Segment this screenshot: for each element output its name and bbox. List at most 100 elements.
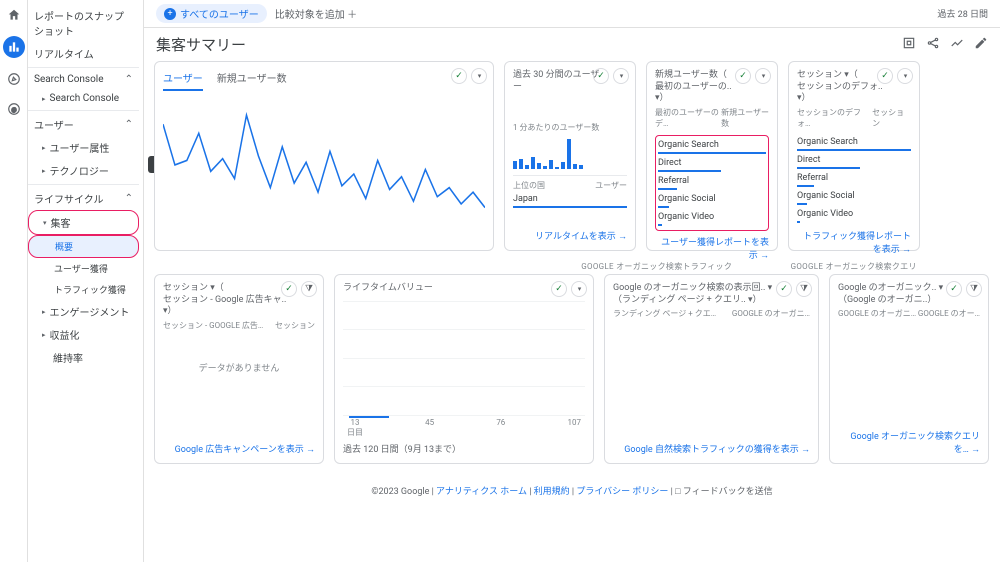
card-ltv: ✓ ライフタイムバリュー 13 日目 45 76 107 過去 120 日間（9…	[334, 274, 594, 464]
check-icon[interactable]: ✓	[877, 68, 893, 84]
source-list: Organic SearchDirectReferralOrganic Soci…	[797, 135, 911, 225]
source-item: Organic Social	[658, 192, 766, 210]
card-title[interactable]: セッション ▾（セッション - Google 広告キャ.. ▾）	[163, 283, 293, 318]
section-label-organic-query: GOOGLE オーガニック検索クエリ	[791, 261, 990, 272]
nav-overview[interactable]: 概要	[28, 235, 139, 258]
filter-icon[interactable]: ⧩	[796, 281, 812, 297]
check-icon[interactable]: ✓	[551, 281, 567, 297]
nav-search-console-group[interactable]: Search Console⌃	[28, 70, 139, 89]
reports-icon[interactable]	[3, 36, 25, 58]
check-icon[interactable]: ✓	[735, 68, 751, 84]
tab-users[interactable]: ユーザー	[163, 70, 203, 91]
nav-realtime[interactable]: リアルタイム	[28, 42, 139, 65]
card-title[interactable]: 新規ユーザー数（最初のユーザーの.. ▾）	[655, 70, 745, 105]
filter-icon[interactable]: ⧩	[301, 281, 317, 297]
segment-chip[interactable]: +すべてのユーザー	[156, 4, 267, 23]
date-range[interactable]: 過去 28 日間	[937, 7, 988, 20]
minute-bars	[513, 139, 627, 169]
chevron-up-icon: ⌃	[125, 119, 133, 130]
country-row: Japan	[513, 194, 627, 204]
no-data: データがありません	[163, 361, 315, 374]
line-chart	[163, 97, 485, 242]
footer-link-terms[interactable]: 利用規約	[534, 487, 570, 497]
nav-tech[interactable]: ▸テクノロジー	[28, 159, 139, 182]
source-list: Organic SearchDirectReferralOrganic Soci…	[655, 135, 769, 231]
nav-snapshot[interactable]: レポートのスナップショット	[28, 4, 139, 42]
source-item: Organic Social	[797, 189, 911, 207]
ltv-axis: 13 日目 45 76 107	[343, 418, 585, 438]
svg-text:@: @	[11, 107, 16, 113]
nav-retention[interactable]: 維持率	[28, 346, 139, 369]
footer-link-privacy[interactable]: プライバシー ポリシー	[576, 487, 668, 497]
main: +すべてのユーザー 比較対象を追加 ＋ 過去 28 日間 集客サマリー ✓ ユー…	[144, 0, 1000, 562]
nav-user-attr[interactable]: ▸ユーザー属性	[28, 136, 139, 159]
card-new-users-source: ✓ 新規ユーザー数（最初のユーザーの.. ▾） 最初のユーザーのデ…新規ユーザー…	[646, 61, 778, 251]
customize-icon[interactable]	[902, 36, 916, 53]
check-icon[interactable]: ✓	[451, 68, 467, 84]
more-icon[interactable]	[613, 68, 629, 84]
share-icon[interactable]	[926, 36, 940, 53]
organic-query-link[interactable]: Google オーガニック検索クエリを…	[838, 429, 980, 455]
add-comparison[interactable]: 比較対象を追加 ＋	[275, 6, 357, 21]
card-organic-query: ✓⧩ Google のオーガニック.. ▾（Google のオーガニ..） GO…	[829, 274, 989, 464]
section-label-organic-traffic: GOOGLE オーガニック検索トラフィック	[581, 261, 780, 272]
plus-icon: +	[164, 8, 176, 20]
ltv-grid	[343, 295, 585, 422]
check-icon[interactable]: ✓	[776, 281, 792, 297]
nav-lifecycle-group[interactable]: ライフサイクル⌃	[28, 187, 139, 210]
caret-icon: ▸	[42, 95, 46, 103]
chevron-up-icon: ⌃	[125, 74, 133, 85]
source-item: Organic Search	[658, 138, 766, 156]
card-google-ads: ✓⧩ セッション ▾（セッション - Google 広告キャ.. ▾） セッショ…	[154, 274, 324, 464]
card-organic-traffic: ✓⧩ Google のオーガニック検索の表示回.. ▾（ランディング ページ +…	[604, 274, 819, 464]
more-icon[interactable]	[471, 68, 487, 84]
nav-search-console[interactable]: ▸Search Console	[28, 89, 139, 108]
source-item: Referral	[658, 174, 766, 192]
sidebar: レポートのスナップショット リアルタイム Search Console⌃ ▸Se…	[28, 0, 144, 562]
topbar: +すべてのユーザー 比較対象を追加 ＋ 過去 28 日間	[144, 0, 1000, 28]
nav-engagement[interactable]: ▸エンゲージメント	[28, 300, 139, 323]
card-title: ライフタイムバリュー	[343, 283, 433, 295]
user-acq-link[interactable]: ユーザー獲得レポートを表示	[655, 235, 769, 261]
nav-user-group[interactable]: ユーザー⌃	[28, 113, 139, 136]
nav-monetize[interactable]: ▸収益化	[28, 323, 139, 346]
card-sessions-source: ✓ セッション ▾（セッションのデフォ.. ▾） セッションのデフォ…セッション…	[788, 61, 920, 251]
check-icon[interactable]: ✓	[593, 68, 609, 84]
explore-icon[interactable]	[5, 70, 23, 88]
nav-acquisition[interactable]: ▾集客	[28, 210, 139, 235]
source-item: Organic Video	[797, 207, 911, 225]
home-icon[interactable]	[5, 6, 23, 24]
ads-icon[interactable]: @	[5, 100, 23, 118]
page-title: 集客サマリー	[156, 34, 902, 55]
tab-new-users[interactable]: 新規ユーザー数	[217, 70, 287, 91]
card-title[interactable]: セッション ▾（セッションのデフォ.. ▾）	[797, 70, 887, 105]
icon-rail: @	[0, 0, 28, 562]
footer-feedback[interactable]: フィードバックを送信	[683, 487, 773, 497]
card-realtime: ✓ 過去 30 分間のユーザー 1 分あたりのユーザー数 上位の国ユーザー Ja…	[504, 61, 636, 251]
ads-link[interactable]: Google 広告キャンペーンを表示	[163, 442, 315, 455]
chevron-up-icon: ⌃	[125, 193, 133, 204]
traffic-acq-link[interactable]: トラフィック獲得レポートを表示	[797, 229, 911, 255]
organic-traffic-link[interactable]: Google 自然検索トラフィックの獲得を表示	[613, 442, 810, 455]
source-item: Direct	[797, 153, 911, 171]
more-icon[interactable]	[755, 68, 771, 84]
check-icon[interactable]: ✓	[281, 281, 297, 297]
page-footer: ©2023 Google | アナリティクス ホーム | 利用規約 | プライバ…	[154, 474, 990, 507]
card-title[interactable]: Google のオーガニック.. ▾（Google のオーガニ..）	[838, 283, 958, 306]
filter-icon[interactable]: ⧩	[966, 281, 982, 297]
card-title[interactable]: Google のオーガニック検索の表示回.. ▾（ランディング ページ + クエ…	[613, 283, 783, 306]
source-item: Organic Search	[797, 135, 911, 153]
nav-traffic-acq[interactable]: トラフィック獲得	[28, 279, 139, 300]
check-icon[interactable]: ✓	[946, 281, 962, 297]
more-icon[interactable]	[897, 68, 913, 84]
content: ✓ ユーザー 新規ユーザー数 ✓ 過去 30 分間のユーザー 1 分あたりのユー…	[144, 61, 1000, 562]
insights-icon[interactable]	[950, 36, 964, 53]
card-users-trend: ✓ ユーザー 新規ユーザー数	[154, 61, 494, 251]
more-icon[interactable]	[571, 281, 587, 297]
card-title: 過去 30 分間のユーザー	[513, 70, 603, 93]
titlebar: 集客サマリー	[144, 28, 1000, 61]
footer-link-home[interactable]: アナリティクス ホーム	[436, 487, 527, 497]
nav-user-acq[interactable]: ユーザー獲得	[28, 258, 139, 279]
realtime-link[interactable]: リアルタイムを表示	[513, 229, 627, 242]
edit-icon[interactable]	[974, 36, 988, 53]
